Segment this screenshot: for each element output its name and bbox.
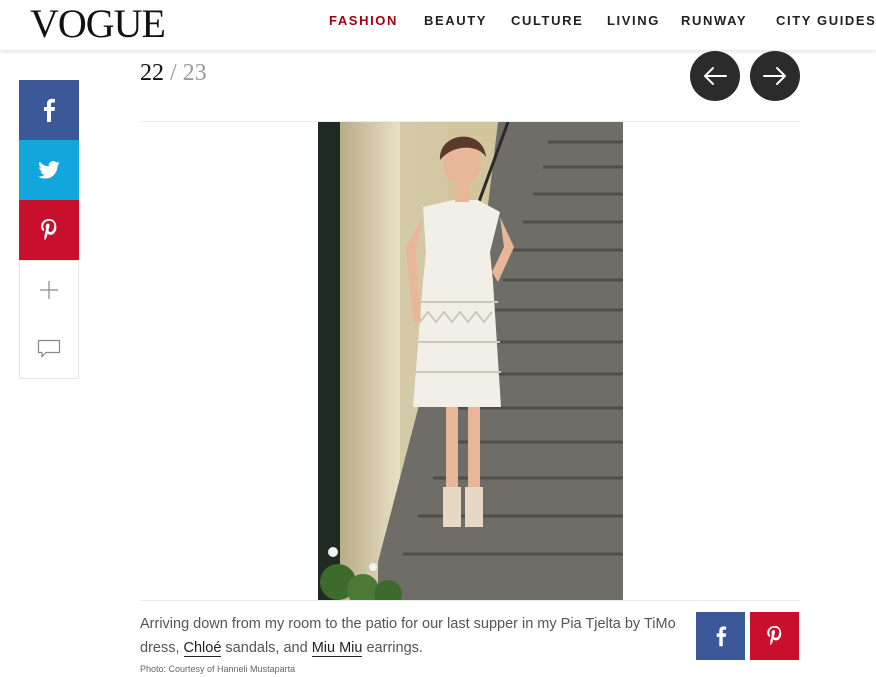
facebook-icon xyxy=(716,626,726,647)
pinterest-icon xyxy=(767,626,782,646)
pinterest-icon xyxy=(41,219,57,241)
facebook-share-button[interactable] xyxy=(19,80,79,140)
slide-current: 22 xyxy=(140,60,164,86)
twitter-share-button[interactable] xyxy=(19,140,79,200)
nav-beauty[interactable]: BEAUTY xyxy=(424,13,487,28)
photo-caption: Arriving down from my room to the patio … xyxy=(140,612,680,660)
caption-text-2: sandals, and xyxy=(221,640,312,656)
photo-illustration xyxy=(318,122,623,600)
pinterest-share-button[interactable] xyxy=(19,200,79,260)
chloe-link[interactable]: Chloé xyxy=(183,640,222,657)
nav-living[interactable]: LIVING xyxy=(607,13,660,28)
site-header: VOGUE FASHION BEAUTY CULTURE LIVING RUNW… xyxy=(0,0,876,50)
caption-pinterest-button[interactable] xyxy=(750,612,799,660)
previous-slide-button[interactable] xyxy=(690,51,740,101)
miu-miu-link[interactable]: Miu Miu xyxy=(311,640,363,657)
slide-counter: 22 / 23 xyxy=(140,60,207,87)
nav-fashion[interactable]: FASHION xyxy=(329,13,398,28)
nav-runway[interactable]: RUNWAY xyxy=(681,13,747,28)
slide-photo[interactable] xyxy=(318,122,623,600)
arrow-right-icon xyxy=(763,67,786,85)
caption-facebook-button[interactable] xyxy=(696,612,745,660)
more-share-button[interactable] xyxy=(19,260,79,320)
nav-culture[interactable]: CULTURE xyxy=(511,13,583,28)
divider-bottom xyxy=(140,600,800,601)
arrow-left-icon xyxy=(704,67,727,85)
vogue-logo[interactable]: VOGUE xyxy=(30,2,166,46)
nav-city-guides[interactable]: CITY GUIDES xyxy=(776,13,876,28)
photo-credit: Photo: Courtesy of Hanneli Mustaparta xyxy=(140,664,296,674)
comment-icon xyxy=(37,339,61,358)
comment-button[interactable] xyxy=(19,319,79,379)
twitter-icon xyxy=(38,161,60,179)
caption-text-3: earrings. xyxy=(362,640,423,656)
facebook-icon xyxy=(44,98,55,122)
plus-icon xyxy=(40,281,58,299)
slide-separator: / xyxy=(170,60,177,86)
slide-total: 23 xyxy=(182,60,207,86)
next-slide-button[interactable] xyxy=(750,51,800,101)
